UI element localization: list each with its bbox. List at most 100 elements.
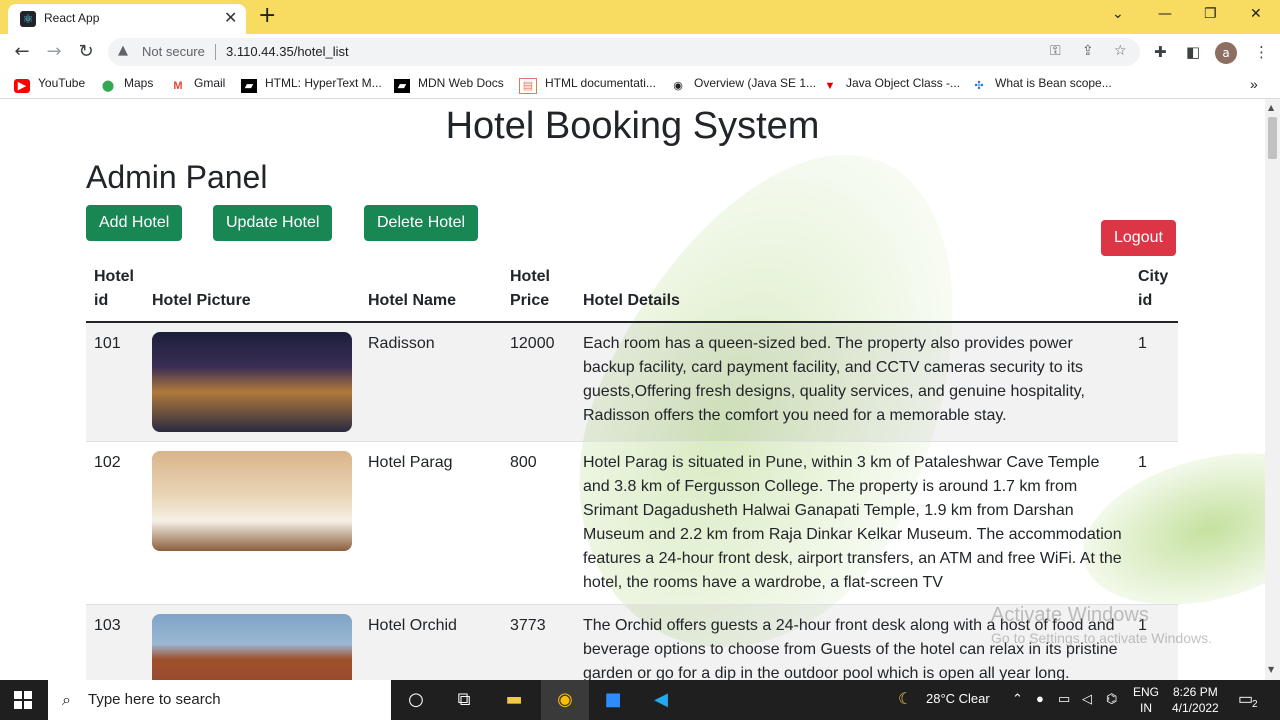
taskbar-search[interactable]: ⌕ Type here to search — [48, 680, 391, 720]
battery-icon[interactable]: ▭ — [1058, 691, 1070, 707]
react-icon: ⚛ — [20, 11, 36, 27]
volume-icon[interactable]: ◁ — [1082, 691, 1092, 707]
hotel-image — [152, 332, 352, 432]
separator — [215, 44, 216, 60]
search-icon: ⌕ — [62, 690, 71, 709]
hotel-image — [152, 614, 352, 680]
activate-windows-subtitle: Go to Settings to activate Windows. — [991, 630, 1212, 646]
avatar[interactable]: a — [1215, 42, 1237, 64]
header-hotel-price: Hotel Price — [502, 261, 575, 323]
share-icon[interactable]: ⇪ — [1082, 43, 1094, 59]
reload-icon[interactable]: ↻ — [74, 40, 98, 64]
cell-hotel-picture — [144, 322, 360, 442]
bookmark-gmail[interactable]: M Gmail — [170, 76, 225, 92]
language-indicator[interactable]: ENG IN — [1133, 684, 1159, 716]
forward-icon[interactable]: → — [42, 40, 66, 64]
bookmark-java-overview[interactable]: ◉ Overview (Java SE 1... — [670, 76, 816, 92]
gmail-icon: M — [173, 80, 183, 92]
network-icon[interactable]: ⌬ — [1106, 691, 1117, 707]
javatpoint-icon: ▼ — [824, 80, 836, 92]
menu-icon[interactable]: ⋮ — [1254, 43, 1269, 61]
spring-icon: ✣ — [974, 80, 984, 92]
security-label[interactable]: Not secure — [142, 44, 205, 59]
browser-tab-strip: ⚛ React App ✕ + ⌄ — ❐ ✕ — [0, 0, 1280, 34]
header-hotel-id: Hotel id — [86, 261, 144, 323]
delete-hotel-button[interactable]: Delete Hotel — [364, 205, 479, 241]
zoom-icon[interactable]: ■ — [601, 688, 625, 712]
cell-hotel-price: 3773 — [502, 604, 575, 680]
mdn-icon: ▰ — [394, 79, 410, 93]
scrollbar-thumb[interactable] — [1268, 117, 1277, 159]
more-bookmarks-icon[interactable]: » — [1250, 76, 1258, 92]
cell-hotel-picture — [144, 441, 360, 605]
header-city-id: City id — [1130, 261, 1178, 323]
cell-hotel-details: Hotel Parag is situated in Pune, within … — [575, 441, 1130, 605]
tab-title: React App — [44, 11, 100, 25]
close-tab-icon[interactable]: ✕ — [224, 8, 237, 28]
update-hotel-button[interactable]: Update Hotel — [213, 205, 333, 241]
chrome-taskbar-button[interactable]: ◉ — [541, 680, 589, 720]
add-hotel-button[interactable]: Add Hotel — [86, 205, 183, 241]
new-tab-icon[interactable]: + — [258, 4, 276, 28]
task-view-icon[interactable]: ⧉ — [452, 688, 476, 712]
activate-windows-title: Activate Windows — [991, 604, 1149, 626]
section-title: Admin Panel — [86, 159, 268, 195]
header-hotel-name: Hotel Name — [360, 261, 502, 323]
mdn-icon: ▰ — [241, 79, 257, 93]
header-hotel-details: Hotel Details — [575, 261, 1130, 323]
cell-hotel-picture — [144, 604, 360, 680]
side-panel-icon[interactable]: ◧ — [1186, 43, 1200, 61]
bookmark-mdn[interactable]: ▰ MDN Web Docs — [394, 76, 504, 93]
warning-icon[interactable]: ▲ — [118, 43, 128, 58]
table-row: 101 Radisson 12000 Each room has a queen… — [86, 322, 1178, 442]
bookmark-bean-scope[interactable]: ✣ What is Bean scope... — [971, 76, 1111, 92]
cell-hotel-id: 102 — [86, 441, 144, 605]
bookmark-html-hypertext[interactable]: ▰ HTML: HyperText M... — [241, 76, 382, 93]
show-hidden-icons-icon[interactable]: ⌃ — [1012, 691, 1023, 707]
cell-hotel-details: Each room has a queen-sized bed. The pro… — [575, 322, 1130, 442]
weather-text[interactable]: 28°C Clear — [926, 691, 990, 706]
browser-tab[interactable]: ⚛ React App ✕ — [8, 4, 246, 34]
scroll-down-icon[interactable]: ▼ — [1268, 665, 1274, 674]
restore-icon[interactable]: ❐ — [1204, 4, 1217, 24]
weather-moon-icon[interactable]: ☾ — [898, 689, 912, 709]
tab-search-icon[interactable]: ⌄ — [1112, 4, 1124, 24]
cell-hotel-price: 12000 — [502, 322, 575, 442]
table-row: 102 Hotel Parag 800 Hotel Parag is situa… — [86, 441, 1178, 605]
notification-icon[interactable]: ▭ — [1238, 689, 1253, 709]
vscode-icon[interactable]: ◀ — [649, 688, 673, 712]
extensions-icon[interactable]: ✚ — [1154, 43, 1167, 61]
page-scrollbar[interactable]: ▲ ▼ — [1265, 99, 1280, 680]
maps-icon: ⬤ — [101, 80, 115, 92]
microphone-icon[interactable]: ● — [1036, 691, 1044, 706]
cell-hotel-price: 800 — [502, 441, 575, 605]
chrome-icon: ◉ — [557, 689, 573, 710]
clock[interactable]: 8:26 PM 4/1/2022 — [1172, 684, 1219, 716]
scroll-up-icon[interactable]: ▲ — [1268, 103, 1274, 112]
cell-hotel-name: Hotel Orchid — [360, 604, 502, 680]
url-text[interactable]: 3.110.44.35/hotel_list — [226, 44, 349, 59]
windows-start-icon[interactable] — [14, 691, 32, 709]
minimize-icon[interactable]: — — [1158, 4, 1172, 24]
cell-city-id: 1 — [1130, 441, 1178, 605]
bookmark-java-object[interactable]: ▼ Java Object Class -... — [822, 76, 961, 92]
bookmark-maps[interactable]: ⬤ Maps — [100, 76, 154, 92]
page-content: Hotel Booking System Admin Panel Add Hot… — [0, 99, 1265, 680]
doc-icon: ▤ — [519, 78, 537, 94]
bookmark-html-documentation[interactable]: ▤ HTML documentati... — [519, 76, 656, 94]
back-icon[interactable]: ← — [10, 40, 34, 64]
cortana-icon[interactable]: ○ — [404, 688, 428, 712]
file-explorer-icon[interactable]: ▬ — [502, 688, 526, 712]
browser-toolbar: ← → ↻ ▲ Not secure 3.110.44.35/hotel_lis… — [0, 34, 1280, 71]
java-icon: ◉ — [673, 80, 683, 92]
page-title: Hotel Booking System — [445, 105, 820, 147]
youtube-icon: ▶ — [14, 79, 30, 93]
address-bar[interactable]: ▲ Not secure 3.110.44.35/hotel_list ⚿ ⇪ … — [108, 38, 1140, 66]
bookmark-youtube[interactable]: ▶ YouTube — [14, 76, 85, 93]
table-header-row: Hotel id Hotel Picture Hotel Name Hotel Pr… — [86, 261, 1178, 323]
key-icon[interactable]: ⚿ — [1050, 43, 1061, 59]
window-close-icon[interactable]: ✕ — [1250, 4, 1262, 24]
logout-button[interactable]: Logout — [1101, 220, 1176, 256]
search-placeholder: Type here to search — [88, 691, 221, 708]
star-icon[interactable]: ☆ — [1114, 43, 1127, 59]
